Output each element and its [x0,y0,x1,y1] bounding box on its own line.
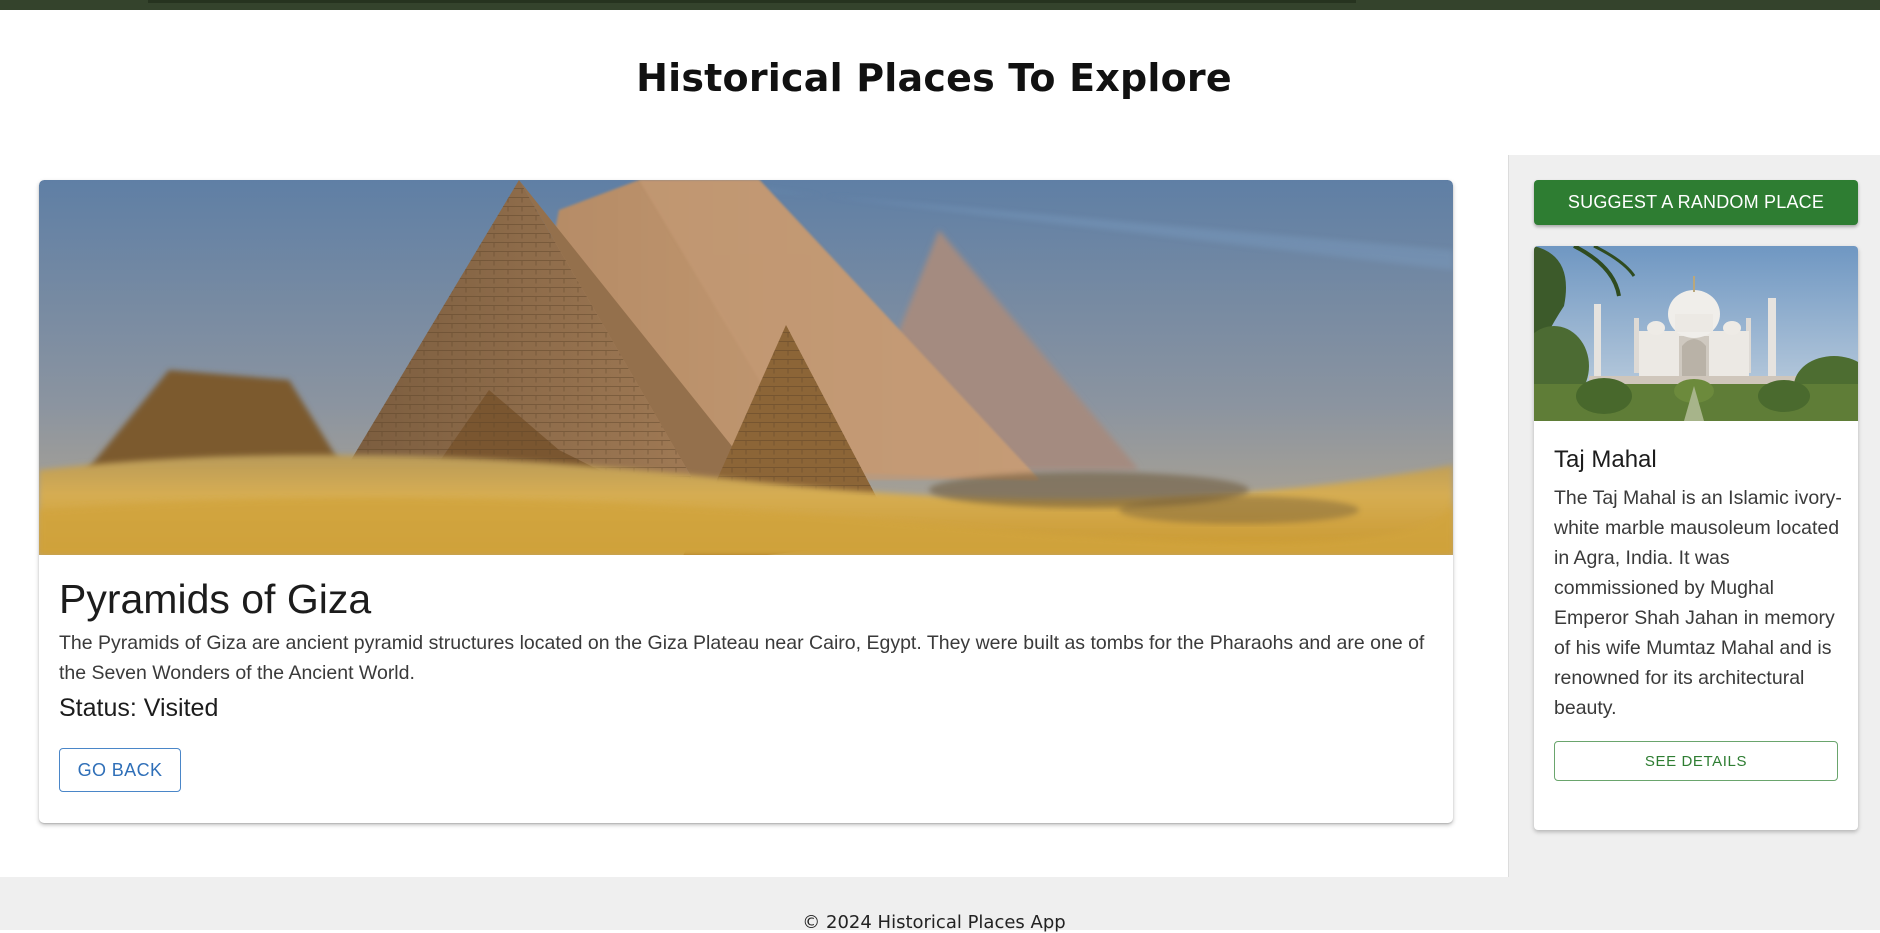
place-status: Status: Visited [59,694,219,722]
top-app-bar [0,0,1880,10]
see-details-button[interactable]: SEE DETAILS [1554,741,1838,781]
suggested-place-description: The Taj Mahal is an Islamic ivory-white … [1554,487,1842,719]
place-detail-card: Pyramids of Giza The Pyramids of Giza ar… [39,180,1453,823]
suggested-place-card: Taj Mahal The Taj Mahal is an Islamic iv… [1534,246,1858,830]
taj-mahal-photo [1534,246,1858,421]
pyramids-photo [39,180,1453,555]
place-description: The Pyramids of Giza are ancient pyramid… [59,632,1425,684]
sidebar: SUGGEST A RANDOM PLACE Taj Mahal The Taj… [1508,155,1880,877]
footer: © 2024 Historical Places App [0,877,1880,933]
suggested-place-title: Taj Mahal [1554,446,1657,473]
place-title: Pyramids of Giza [59,576,372,622]
page-title: Historical Places To Explore [636,56,1232,100]
go-back-button[interactable]: GO BACK [59,748,181,792]
top-app-bar-inner [148,0,1356,3]
suggest-random-place-button[interactable]: SUGGEST A RANDOM PLACE [1534,180,1858,225]
